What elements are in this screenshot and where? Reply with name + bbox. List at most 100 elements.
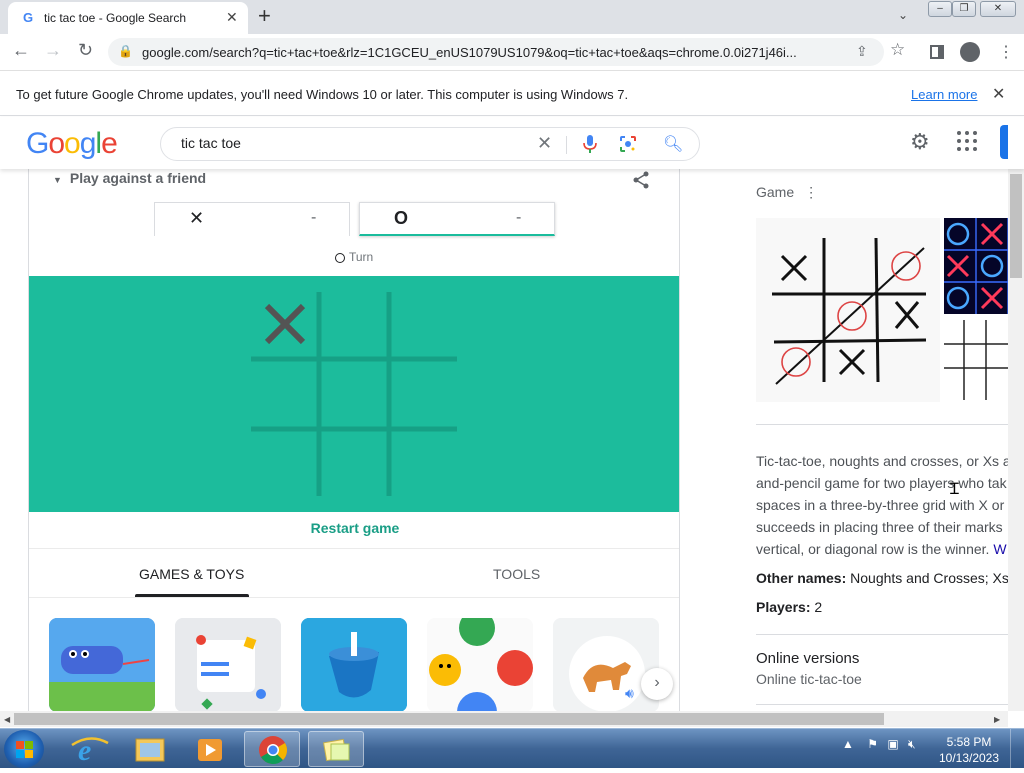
lock-icon[interactable]: 🔒 (118, 44, 133, 58)
google-lens-icon[interactable] (619, 135, 637, 153)
neon-tic-tac-toe-image[interactable] (944, 218, 1010, 314)
player-o-score: - (516, 209, 522, 226)
snake-game-thumbnail[interactable] (49, 618, 155, 712)
share-icon[interactable]: ⇪ (856, 43, 868, 60)
divider (29, 597, 679, 598)
share-game-icon[interactable] (631, 170, 651, 195)
chrome-menu-icon[interactable]: ⋮ (998, 42, 1014, 62)
player-x-score: - (311, 209, 317, 226)
show-desktop-button[interactable] (1010, 729, 1024, 769)
divider (756, 704, 1010, 705)
kp-other-names: Other names: Noughts and Crosses; Xs (756, 570, 1009, 586)
show-hidden-icons-icon[interactable]: ▲ (842, 737, 854, 751)
new-tab-icon[interactable]: + (258, 3, 271, 29)
update-infobar: To get future Google Chrome updates, you… (0, 72, 1024, 116)
tab-search-chevron-icon[interactable]: ⌄ (898, 8, 908, 22)
wikipedia-link[interactable]: W (993, 541, 1006, 557)
knowledge-panel: Tic-tac-toe Game⋮ (740, 160, 1010, 720)
search-divider (566, 136, 567, 154)
tab-strip: G tic tac toe - Google Search ✕ + ⌄ – ❐ … (0, 0, 1024, 34)
vertical-scroll-thumb[interactable] (1010, 174, 1022, 278)
board-cell-9[interactable] (391, 431, 459, 496)
side-panel-icon[interactable] (930, 45, 944, 59)
window-close-button[interactable]: ✕ (980, 1, 1016, 17)
internet-explorer-icon[interactable]: e (62, 731, 118, 767)
settings-gear-icon[interactable]: ⚙ (910, 129, 930, 155)
taskbar-clock[interactable]: 5:58 PM 10/13/2023 (934, 734, 1004, 766)
system-tray: ▲ ⚑ ▣ 🔇︎ (842, 737, 916, 752)
board-cell-1[interactable] (251, 292, 319, 359)
clear-search-icon[interactable]: ✕ (537, 133, 552, 154)
action-center-flag-icon[interactable]: ⚑ (867, 737, 878, 751)
voice-search-icon[interactable] (583, 135, 597, 153)
turn-indicator: Turn (335, 250, 373, 264)
bookmark-star-icon[interactable]: ☆ (890, 40, 905, 60)
forward-arrow-icon[interactable]: → (44, 40, 62, 61)
board-cell-8[interactable] (321, 431, 389, 496)
board-cell-2[interactable] (321, 292, 389, 359)
spinner-thumbnail[interactable] (301, 618, 407, 712)
search-icon[interactable]: 🔍︎ (663, 134, 683, 154)
board-cell-5[interactable] (321, 361, 389, 429)
svg-text:🔊︎: 🔊︎ (625, 685, 634, 701)
kp-subtitle: Game ⋮ (756, 184, 819, 200)
clock-date: 10/13/2023 (938, 751, 1000, 765)
file-explorer-icon[interactable] (122, 731, 178, 767)
text-cursor-icon: Ɪ (950, 481, 959, 498)
network-icon[interactable]: ▣ (887, 737, 898, 751)
carousel-next-chevron-icon[interactable]: › (641, 668, 673, 700)
tab-close-icon[interactable]: ✕ (226, 9, 238, 26)
kp-online-versions-link[interactable]: Online tic-tac-toe (756, 671, 862, 687)
board-cell-7[interactable] (251, 431, 319, 496)
board-cell-4[interactable] (251, 361, 319, 429)
divider (756, 424, 1010, 425)
game-mode-dropdown[interactable]: ▼ Play against a friend (53, 170, 206, 186)
search-input[interactable] (181, 135, 521, 151)
tab-tools[interactable]: TOOLS (493, 566, 540, 582)
game-board[interactable] (29, 276, 679, 512)
start-orb-icon[interactable] (4, 730, 44, 768)
tic-tac-toe-sketch-image[interactable] (756, 218, 940, 402)
media-player-icon[interactable] (182, 731, 238, 767)
tab-games-and-toys[interactable]: GAMES & TOYS (139, 566, 244, 582)
horizontal-scroll-thumb[interactable] (14, 713, 884, 725)
url-text[interactable]: google.com/search?q=tic+tac+toe&rlz=1C1G… (142, 45, 797, 60)
learn-more-link[interactable]: Learn more (911, 87, 977, 102)
scroll-left-arrow-icon[interactable]: ◀ (4, 715, 10, 724)
scroll-right-arrow-icon[interactable]: ▶ (994, 715, 1000, 724)
caret-down-icon: ▼ (53, 175, 62, 185)
restart-game-button[interactable]: Restart game (29, 520, 679, 536)
volume-muted-icon[interactable]: 🔇︎ (908, 737, 916, 751)
cat-animation-thumbnail[interactable]: 🔊︎ (553, 618, 659, 712)
sticky-notes-icon[interactable] (308, 731, 364, 767)
player-o-symbol: O (394, 208, 409, 228)
google-logo[interactable]: Google (26, 127, 118, 161)
minimize-button[interactable]: – (928, 1, 952, 17)
browser-tab[interactable]: G tic tac toe - Google Search ✕ (8, 2, 248, 34)
search-box: ✕ 🔍︎ (160, 127, 700, 161)
infobar-close-icon[interactable]: ✕ (992, 84, 1005, 104)
infobar-message: To get future Google Chrome updates, you… (16, 87, 629, 102)
player-x-symbol: ✕ (189, 208, 205, 228)
board-cell-3[interactable] (391, 292, 459, 359)
tab-title: tic tac toe - Google Search (44, 11, 187, 25)
kp-more-options-icon[interactable]: ⋮ (804, 184, 818, 200)
kp-description: Tic-tac-toe, noughts and crosses, or Xs … (756, 453, 1010, 557)
back-arrow-icon[interactable]: ← (12, 40, 30, 61)
address-bar[interactable]: 🔒 google.com/search?q=tic+tac+toe&rlz=1C… (108, 38, 884, 66)
tic-tac-toe-game-card: ▼ Play against a friend ✕ - O - Turn Res… (28, 160, 680, 720)
board-cell-6[interactable] (391, 361, 459, 429)
clock-time: 5:58 PM (946, 735, 992, 749)
restore-button[interactable]: ❐ (952, 1, 976, 17)
google-apps-icon[interactable] (957, 131, 977, 151)
pacman-game-thumbnail[interactable] (427, 618, 533, 712)
profile-avatar-icon[interactable] (960, 42, 980, 62)
kp-players: Players: 2 (756, 599, 823, 615)
tic-tac-toe-lines-image[interactable] (944, 316, 1010, 402)
player-o-card: O - (359, 202, 555, 236)
memory-game-thumbnail[interactable] (175, 618, 281, 712)
reload-icon[interactable]: ↻ (78, 40, 93, 61)
turn-o-icon (335, 252, 345, 263)
sign-in-button[interactable] (1000, 125, 1008, 159)
google-chrome-icon[interactable] (244, 731, 300, 767)
